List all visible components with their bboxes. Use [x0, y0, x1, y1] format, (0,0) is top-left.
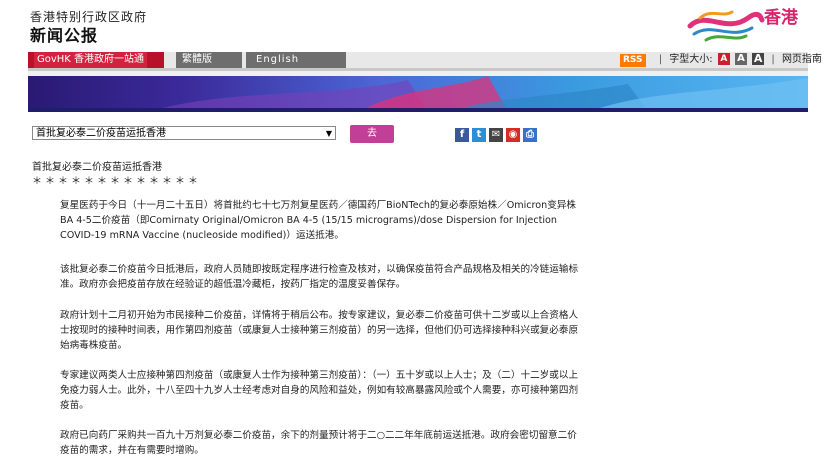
weibo-icon[interactable]: ◉: [506, 128, 520, 142]
divider: |: [658, 54, 663, 65]
twitter-icon[interactable]: t: [472, 128, 486, 142]
email-icon[interactable]: ✉: [489, 128, 503, 142]
print-icon[interactable]: ⎙: [523, 128, 537, 142]
selected-news-title: 首批复必泰二价疫苗运抵香港: [36, 128, 166, 139]
font-size-medium-button[interactable]: A: [735, 53, 747, 65]
top-navigation: GovHK 香港政府一站通 繁體版 English RSS | 字型大小: A …: [28, 52, 822, 68]
english-link[interactable]: English: [246, 52, 346, 68]
font-size-large-button[interactable]: A: [752, 53, 765, 65]
brand-logo-text: 香港: [764, 8, 798, 28]
banner-graphic: [28, 68, 808, 112]
page-header: 香港特别行政区政府 新闻公报 香港: [0, 0, 832, 48]
traditional-chinese-link[interactable]: 繁體版: [176, 52, 242, 68]
web-guide-link[interactable]: 网页指南: [782, 54, 822, 65]
article-paragraph: 复星医药于今日（十一月二十五日）将首批约七十七万剂复星医药／德国药厂BioNTe…: [60, 200, 577, 241]
decorative-banner: [28, 68, 808, 112]
go-button[interactable]: 去: [350, 125, 394, 143]
rss-icon[interactable]: RSS: [620, 54, 646, 67]
facebook-icon[interactable]: f: [455, 128, 469, 142]
font-size-label: 字型大小:: [669, 54, 713, 65]
font-size-small-button[interactable]: A: [717, 53, 730, 65]
govhk-link[interactable]: GovHK 香港政府一站通: [28, 52, 164, 68]
article-paragraph: 该批复必泰二价疫苗今日抵港后，政府人员随即按既定程序进行检查及核对，以确保疫苗符…: [60, 264, 579, 290]
page-tools: RSS | 字型大小: A A A | 网页指南: [620, 52, 822, 68]
article-paragraph: 政府已向药厂采购共一百九十万剂复必泰二价疫苗，余下的剂量预计将于二○二二年年底前…: [60, 430, 577, 456]
chevron-down-icon: ▼: [325, 129, 332, 138]
article-paragraph: 专家建议两类人士应接种第四剂疫苗（或康复人士作为接种第三剂疫苗）：（一）五十岁或…: [60, 370, 579, 411]
divider: |: [771, 54, 775, 65]
news-select-dropdown[interactable]: 首批复必泰二价疫苗运抵香港 ▼: [32, 126, 336, 140]
article-headline: 首批复必泰二价疫苗运抵香港: [32, 162, 162, 173]
article-paragraph: 政府计划十二月初开始为市民接种二价疫苗，详情将于稍后公布。按专家建议，复必泰二价…: [60, 310, 579, 351]
headline-separator: ＊＊＊＊＊＊＊＊＊＊＊＊＊: [32, 176, 201, 187]
govhk-label: GovHK 香港政府一站通: [34, 52, 148, 68]
page-title: 新闻公报: [30, 26, 99, 45]
